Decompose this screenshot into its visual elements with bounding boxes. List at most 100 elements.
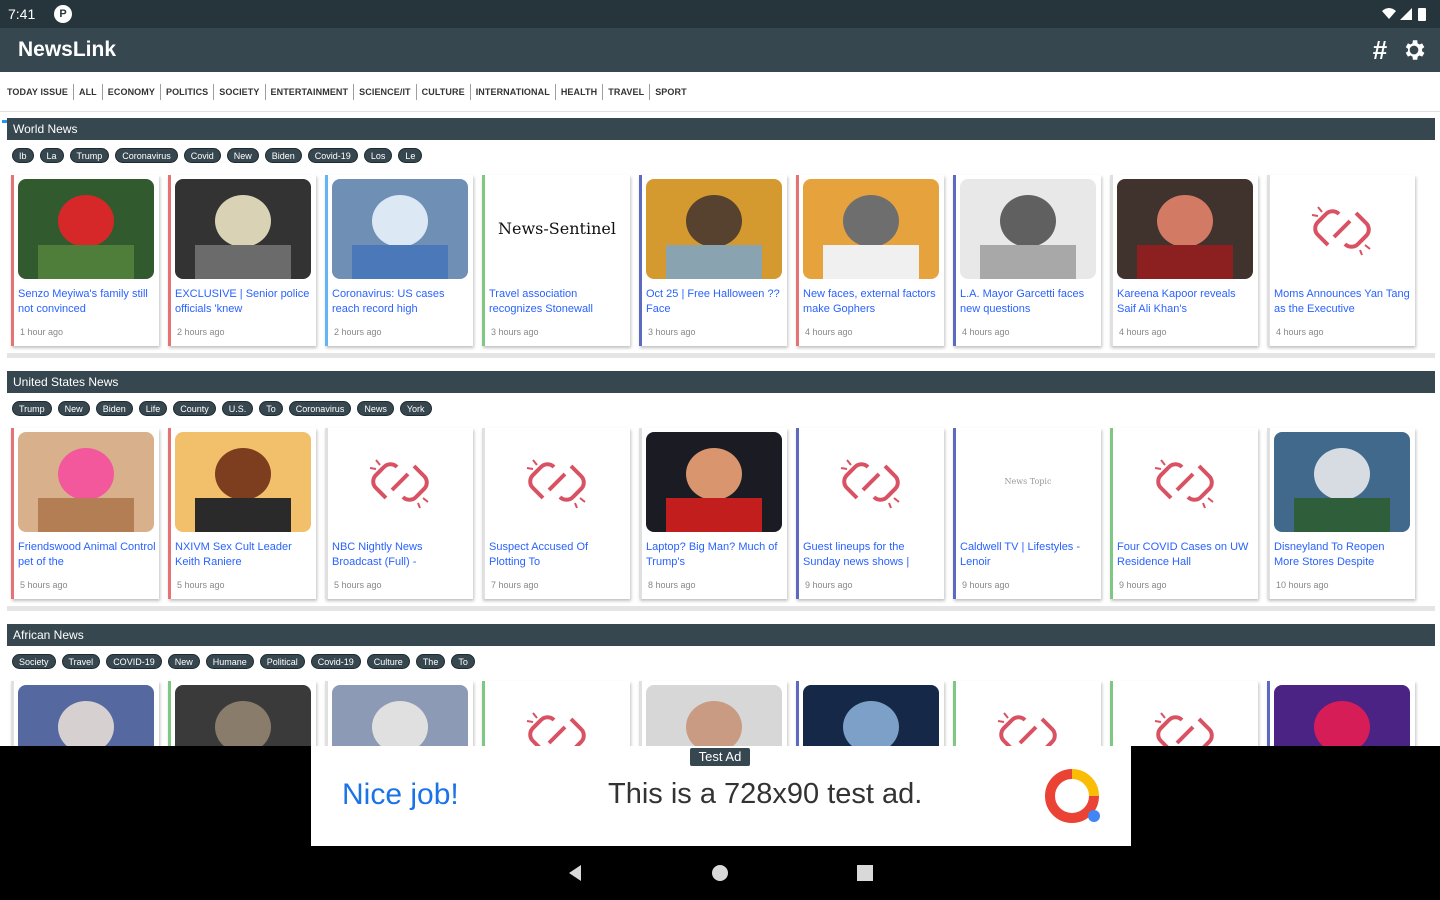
news-card[interactable]: News Topic Caldwell TV | Lifestyles - Len… (953, 428, 1101, 599)
tab-all[interactable]: ALL (72, 83, 102, 100)
tag-chip[interactable]: Le (398, 147, 423, 163)
tag-chip[interactable]: Political (259, 653, 305, 669)
news-thumbnail (175, 432, 311, 532)
tag-chip[interactable]: La (39, 147, 64, 163)
tab-today-issue[interactable]: TODAY ISSUE (2, 72, 73, 123)
news-card[interactable]: NXIVM Sex Cult Leader Keith Raniere 5 hou… (168, 428, 316, 599)
news-section: United States News Trump New Biden Life Count… (7, 371, 1435, 611)
tag-chip[interactable]: Covid-19 (310, 653, 361, 669)
news-card[interactable]: Disneyland To Reopen More Stores Despite… (1267, 428, 1415, 599)
tab-entertainment[interactable]: ENTERTAINMENT (264, 83, 354, 100)
news-card-title[interactable]: Coronavirus: US cases reach record high (332, 287, 470, 317)
svg-text:News Topic: News Topic (1005, 477, 1052, 486)
ad-logo-icon[interactable] (1042, 766, 1102, 826)
news-card[interactable]: NBC Nightly News Broadcast (Full) - 5 hou… (325, 428, 473, 599)
tag-chip[interactable]: Los (363, 147, 393, 163)
tag-chip[interactable]: New (226, 147, 259, 163)
test-ad-label: Test Ad (690, 748, 750, 766)
tag-chip[interactable]: U.S. (221, 400, 254, 416)
tag-chip[interactable]: Trump (12, 400, 52, 416)
tag-chip[interactable]: New (167, 653, 200, 669)
tag-chip[interactable]: New (57, 400, 90, 416)
tag-chip[interactable]: Biden (95, 400, 133, 416)
news-card-title[interactable]: Caldwell TV | Lifestyles - Lenoir (960, 540, 1098, 570)
tag-chip[interactable]: York (399, 400, 432, 416)
news-thumbnail (960, 179, 1096, 279)
tag-chip[interactable]: Coronavirus (115, 147, 178, 163)
tag-chip[interactable]: Culture (366, 653, 410, 669)
news-card[interactable]: Friendswood Animal Control pet of the 5 h… (11, 428, 159, 599)
news-card[interactable]: Oct 25 | Free Halloween ?? Face 3 hours a… (639, 175, 787, 346)
tab-sport[interactable]: SPORT (649, 83, 692, 100)
news-card[interactable]: New faces, external factors make Gophers… (796, 175, 944, 346)
news-card-title[interactable]: EXCLUSIVE | Senior police officials 'kne… (175, 287, 313, 317)
news-card[interactable]: Suspect Accused Of Plotting To 7 hours ag… (482, 428, 630, 599)
news-card-title[interactable]: NXIVM Sex Cult Leader Keith Raniere (175, 540, 313, 570)
ad-text[interactable]: This is a 728x90 test ad. (608, 778, 922, 811)
tab-science-it[interactable]: SCIENCE/IT (353, 83, 416, 100)
news-card-time: 4 hours ago (1119, 327, 1167, 337)
news-card[interactable]: News-Sentinel Travel association recogniz… (482, 175, 630, 346)
tab-health[interactable]: HEALTH (554, 83, 602, 100)
tag-chip[interactable]: Life (138, 400, 168, 416)
news-card[interactable]: Senzo Meyiwa's family still not convince… (11, 175, 159, 346)
news-card[interactable]: Kareena Kapoor reveals Saif Ali Khan's 4 … (1110, 175, 1258, 346)
back-icon[interactable] (566, 863, 586, 883)
tag-chip[interactable]: Covid (183, 147, 221, 163)
news-card-time: 4 hours ago (805, 327, 853, 337)
news-card-title[interactable]: L.A. Mayor Garcetti faces new questions (960, 287, 1098, 317)
news-card[interactable]: Moms Announces Yan Tang as the Executive… (1267, 175, 1415, 346)
tab-travel[interactable]: TRAVEL (602, 83, 649, 100)
tag-chip[interactable]: The (415, 653, 446, 669)
hashtag-icon[interactable]: # (1366, 36, 1394, 64)
category-tabs: TODAY ISSUE ALL ECONOMY POLITICS SOCIETY… (0, 72, 1440, 123)
news-card-title[interactable]: Kareena Kapoor reveals Saif Ali Khan's (1117, 287, 1255, 317)
news-card-list: Friendswood Animal Control pet of the 5 h… (7, 423, 1435, 606)
news-card[interactable]: Coronavirus: US cases reach record high 2… (325, 175, 473, 346)
tag-chip[interactable]: COVID-19 (106, 653, 162, 669)
tab-society[interactable]: SOCIETY (213, 83, 264, 100)
tag-chip[interactable]: Travel (61, 653, 101, 669)
tag-chip[interactable]: Covid-19 (307, 147, 358, 163)
news-card[interactable]: L.A. Mayor Garcetti faces new questions 4… (953, 175, 1101, 346)
tag-chip[interactable]: Society (12, 653, 56, 669)
home-icon[interactable] (710, 863, 730, 883)
tag-chip[interactable]: Trump (69, 147, 110, 163)
news-card-time: 5 hours ago (177, 580, 225, 590)
tab-politics[interactable]: POLITICS (159, 83, 213, 100)
news-section: World News Ib La Trump Coronavirus Covid New Bi… (7, 118, 1435, 358)
settings-icon[interactable] (1400, 36, 1428, 64)
news-card-title[interactable]: Moms Announces Yan Tang as the Executive (1274, 287, 1412, 317)
news-card-time: 2 hours ago (177, 327, 225, 337)
news-card-title[interactable]: New faces, external factors make Gophers (803, 287, 941, 317)
tag-chip[interactable]: News (357, 400, 394, 416)
recents-icon[interactable] (855, 863, 875, 883)
tab-economy[interactable]: ECONOMY (101, 83, 160, 100)
tag-chip[interactable]: Humane (205, 653, 254, 669)
news-card[interactable]: Guest lineups for the Sunday news shows … (796, 428, 944, 599)
news-card-title[interactable]: Senzo Meyiwa's family still not convince… (18, 287, 156, 317)
news-card-title[interactable]: Laptop? Big Man? Much of Trump's (646, 540, 784, 570)
ad-headline[interactable]: Nice job! (342, 778, 459, 812)
tag-chip[interactable]: Ib (12, 147, 34, 163)
news-card-title[interactable]: Friendswood Animal Control pet of the (18, 540, 156, 570)
navigation-bar (0, 846, 1440, 900)
news-card-title[interactable]: Travel association recognizes Stonewall (489, 287, 627, 317)
news-card-title[interactable]: Guest lineups for the Sunday news shows … (803, 540, 941, 570)
news-card[interactable]: EXCLUSIVE | Senior police officials 'kne… (168, 175, 316, 346)
news-card-title[interactable]: Oct 25 | Free Halloween ?? Face (646, 287, 784, 317)
news-card-title[interactable]: Four COVID Cases on UW Residence Hall (1117, 540, 1255, 570)
news-card[interactable]: Four COVID Cases on UW Residence Hall 9 h… (1110, 428, 1258, 599)
tab-international[interactable]: INTERNATIONAL (469, 83, 555, 100)
news-card-title[interactable]: Disneyland To Reopen More Stores Despite (1274, 540, 1412, 570)
tag-chip[interactable]: To (451, 653, 475, 669)
tag-chip[interactable]: Coronavirus (288, 400, 352, 416)
tag-chip[interactable]: County (173, 400, 216, 416)
tab-culture[interactable]: CULTURE (415, 83, 470, 100)
news-card-title[interactable]: NBC Nightly News Broadcast (Full) - (332, 540, 470, 570)
tag-chip[interactable]: To (259, 400, 283, 416)
news-card-time: 9 hours ago (1119, 580, 1167, 590)
news-card[interactable]: Laptop? Big Man? Much of Trump's 8 hours … (639, 428, 787, 599)
tag-chip[interactable]: Biden (264, 147, 302, 163)
news-card-title[interactable]: Suspect Accused Of Plotting To (489, 540, 627, 570)
